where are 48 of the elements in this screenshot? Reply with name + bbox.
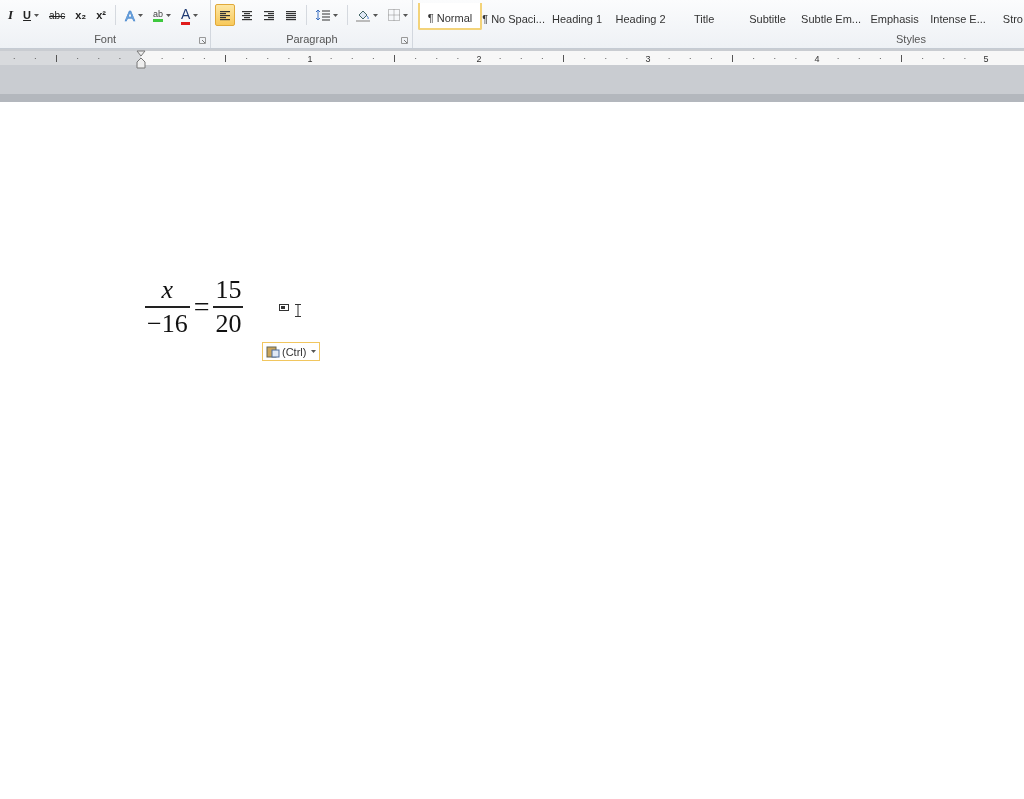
- style-gallery-item[interactable]: Subtle Em...: [799, 3, 863, 30]
- align-left-icon: [219, 9, 232, 21]
- ruler-number: 3: [645, 54, 651, 64]
- format-button[interactable]: x₂: [71, 4, 91, 26]
- fontcolor-button[interactable]: A: [176, 4, 203, 26]
- group-label: Paragraph: [286, 33, 338, 45]
- line-spacing-icon: [315, 9, 330, 21]
- paint-bucket-icon: [356, 8, 371, 22]
- style-gallery-item[interactable]: Heading 1: [545, 3, 609, 30]
- format-button[interactable]: x²: [92, 4, 110, 26]
- text-cursor-icon: [295, 303, 302, 317]
- ruler-number: 1: [307, 54, 313, 64]
- style-gallery-item[interactable]: ¶ Normal: [418, 3, 482, 30]
- caret-icon[interactable]: [34, 13, 39, 17]
- align-left-button[interactable]: [215, 4, 236, 26]
- clipboard-icon: [266, 345, 280, 358]
- ruler-number: 2: [476, 54, 482, 64]
- align-right-icon: [263, 9, 276, 21]
- caret-icon[interactable]: [193, 13, 199, 17]
- strike-button[interactable]: abc: [45, 4, 70, 26]
- style-gallery-item[interactable]: Title: [672, 3, 736, 30]
- align-center-icon: [241, 9, 254, 21]
- italic-button[interactable]: I: [4, 4, 18, 26]
- style-gallery-item[interactable]: Subtitle: [735, 3, 800, 30]
- ruler-number: 5: [983, 54, 989, 64]
- borders-icon: [388, 9, 401, 21]
- style-gallery-item[interactable]: Emphasis: [862, 3, 927, 30]
- caret-icon[interactable]: [373, 13, 379, 17]
- paste-options-button[interactable]: (Ctrl): [262, 342, 321, 361]
- align-justify-icon: [285, 9, 298, 21]
- dialog-launcher-icon[interactable]: [401, 37, 409, 44]
- highlight-button[interactable]: ab: [148, 4, 175, 26]
- style-gallery-item[interactable]: ¶ No Spaci...: [481, 3, 546, 30]
- group-label: Styles: [896, 33, 926, 45]
- caret-icon[interactable]: [311, 350, 317, 353]
- caret-icon[interactable]: [165, 13, 171, 17]
- group-label: Font: [94, 33, 117, 45]
- style-gallery-item[interactable]: Heading 2: [608, 3, 673, 30]
- dialog-launcher-icon[interactable]: [199, 37, 207, 44]
- caret-icon[interactable]: [332, 13, 338, 17]
- ruler-number: 4: [814, 54, 820, 64]
- underline-button[interactable]: U: [19, 4, 43, 26]
- style-gallery-item[interactable]: Intense E...: [926, 3, 990, 30]
- caret-icon[interactable]: [137, 13, 143, 17]
- object-anchor-icon: [279, 303, 290, 311]
- caret-icon[interactable]: [403, 13, 409, 17]
- indent-marker-icon[interactable]: [136, 50, 146, 69]
- style-gallery-item[interactable]: Stro: [989, 3, 1024, 30]
